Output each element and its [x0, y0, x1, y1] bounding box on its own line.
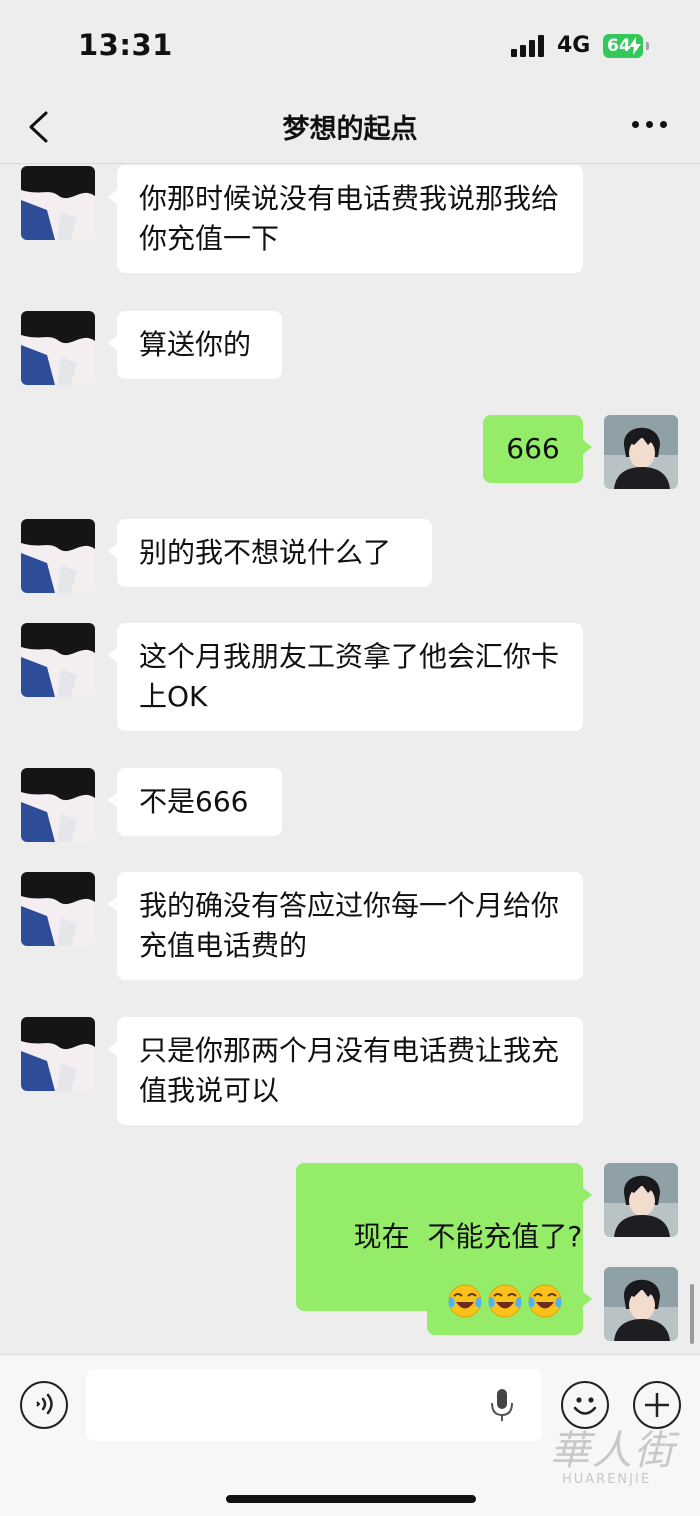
contact-avatar[interactable] [21, 311, 95, 385]
message-bubble-incoming[interactable]: 不是666 [108, 768, 282, 836]
watermark-text: 華人街 [550, 1428, 676, 1474]
laugh-crying-emoji-icon [448, 1284, 482, 1318]
battery-tip [646, 42, 649, 50]
message-text: 我的确没有答应过你每一个月给你充值电话费的 [139, 889, 560, 962]
message-text: 你那时候说没有电话费我说那我给你充值一下 [139, 182, 560, 255]
voice-input-button[interactable] [20, 1381, 68, 1429]
message-bubble-outgoing[interactable] [427, 1267, 592, 1335]
voice-wave-icon [36, 1393, 53, 1415]
signal-strength-icon [511, 35, 547, 57]
contact-avatar[interactable] [21, 166, 95, 240]
status-time: 13:31 [78, 28, 173, 62]
message-input[interactable] [86, 1369, 542, 1441]
message-text: 这个月我朋友工资拿了他会汇你卡上OK [139, 640, 560, 713]
laugh-crying-emoji-icon [488, 1284, 522, 1318]
more-options-icon[interactable] [632, 121, 668, 131]
contact-avatar[interactable] [21, 872, 95, 946]
contact-avatar[interactable] [21, 1017, 95, 1091]
message-text: 666 [506, 432, 560, 465]
message-bubble-incoming[interactable]: 别的我不想说什么了 [108, 519, 432, 587]
message-text: 算送你的 [139, 328, 252, 361]
my-avatar[interactable] [604, 1163, 678, 1237]
message-text: 现在 不能充值了? [353, 1220, 583, 1253]
message-bubble-incoming[interactable]: 我的确没有答应过你每一个月给你充值电话费的 [108, 872, 583, 980]
contact-avatar[interactable] [21, 623, 95, 697]
message-bubble-incoming[interactable]: 只是你那两个月没有电话费让我充值我说可以 [108, 1017, 583, 1125]
chat-title: 梦想的起点 [282, 114, 418, 145]
message-text: 只是你那两个月没有电话费让我充值我说可以 [139, 1034, 560, 1107]
status-bar: 13:31 4G 64 [0, 0, 700, 95]
contact-avatar[interactable] [21, 768, 95, 842]
chat-header: 梦想的起点 [0, 95, 700, 164]
message-bubble-outgoing[interactable]: 666 [483, 415, 592, 483]
message-text: 别的我不想说什么了 [139, 536, 392, 569]
my-avatar[interactable] [604, 1267, 678, 1341]
message-bubble-incoming[interactable]: 算送你的 [108, 311, 282, 379]
message-bubble-incoming[interactable]: 你那时候说没有电话费我说那我给你充值一下 [108, 165, 583, 273]
network-type: 4G [557, 33, 591, 58]
message-text: 不是666 [139, 785, 249, 818]
scrollbar[interactable] [690, 1284, 694, 1344]
microphone-icon[interactable] [488, 1387, 516, 1423]
charging-bolt-icon [629, 37, 641, 55]
message-list[interactable]: 你那时候说没有电话费我说那我给你充值一下 算送你的 666 别的我不想说什么了 … [0, 164, 700, 1354]
home-indicator[interactable] [226, 1495, 476, 1503]
watermark-logo: 華人街 HUARENJIE [550, 1418, 690, 1508]
my-avatar[interactable] [604, 415, 678, 489]
message-bubble-incoming[interactable]: 这个月我朋友工资拿了他会汇你卡上OK [108, 623, 583, 731]
laugh-crying-emoji-icon [528, 1284, 562, 1318]
contact-avatar[interactable] [21, 519, 95, 593]
